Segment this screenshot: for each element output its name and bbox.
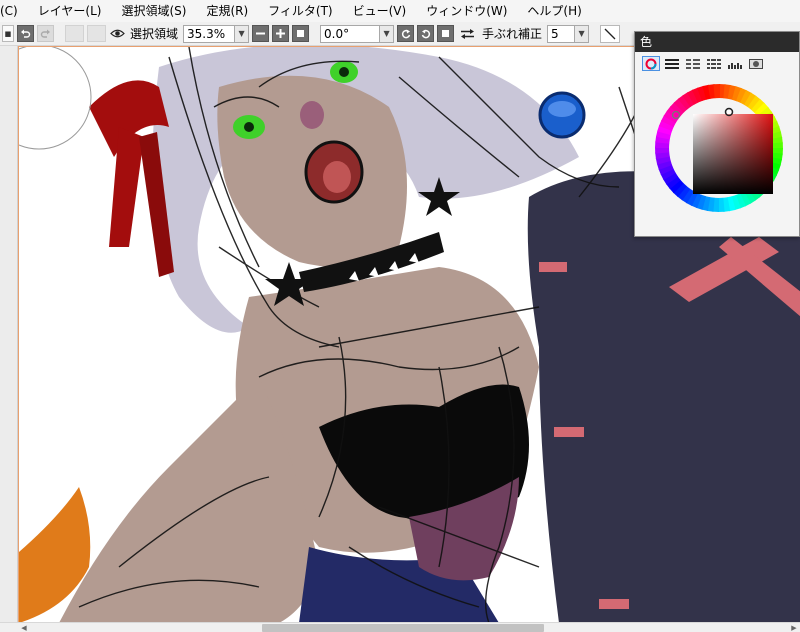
menu-item-ruler[interactable]: 定規(R) xyxy=(196,0,258,22)
menu-bar: (C) レイヤー(L) 選択領域(S) 定規(R) フィルタ(T) ビュー(V)… xyxy=(0,0,800,22)
rotate-right-icon xyxy=(421,29,430,38)
square-icon xyxy=(442,30,450,37)
zoom-reset-button[interactable] xyxy=(292,25,310,42)
menu-item-help[interactable]: ヘルプ(H) xyxy=(517,0,591,22)
rotation-field[interactable]: 0.0° xyxy=(320,24,381,43)
color-panel-title: 色 xyxy=(640,35,653,49)
undo-button[interactable] xyxy=(17,25,34,42)
zoom-in-button[interactable] xyxy=(272,25,290,42)
selection-visibility-label: 選択領域 xyxy=(130,27,179,41)
zoom-field[interactable]: 35.3% xyxy=(183,24,236,43)
straight-line-button[interactable] xyxy=(600,24,621,43)
redo-button[interactable] xyxy=(37,25,54,42)
invert-selection-button[interactable] xyxy=(87,25,106,42)
color-wheel-icon[interactable] xyxy=(642,56,660,71)
zoom-dropdown-icon[interactable]: ▼ xyxy=(235,24,250,43)
square-icon xyxy=(297,30,305,37)
rotation-reset-button[interactable] xyxy=(437,25,455,42)
hsv-sliders-icon[interactable] xyxy=(684,56,702,71)
undo-icon xyxy=(21,29,31,38)
flip-horizontal-button[interactable] xyxy=(457,25,477,42)
stabilizer-dropdown-icon[interactable]: ▼ xyxy=(575,24,590,43)
swatch-grid-icon[interactable] xyxy=(726,56,744,71)
menu-item-edit[interactable]: (C) xyxy=(0,0,28,22)
plus-icon xyxy=(276,29,286,38)
menu-item-view[interactable]: ビュー(V) xyxy=(343,0,417,22)
palette-list-icon[interactable] xyxy=(705,56,723,71)
menu-item-filter[interactable]: フィルタ(T) xyxy=(258,0,342,22)
rotate-left-button[interactable] xyxy=(397,25,415,42)
color-panel: 色 xyxy=(634,31,800,237)
rotation-dropdown-icon[interactable]: ▼ xyxy=(380,24,395,43)
hue-ring-picker[interactable] xyxy=(655,78,783,228)
color-panel-titlebar[interactable]: 色 xyxy=(635,32,799,52)
menu-item-layer[interactable]: レイヤー(L) xyxy=(28,0,112,22)
diagonal-line-icon xyxy=(604,28,616,39)
menu-item-selection[interactable]: 選択領域(S) xyxy=(111,0,196,22)
deselect-button[interactable] xyxy=(65,25,84,42)
menu-item-window[interactable]: ウィンドウ(W) xyxy=(416,0,517,22)
paint-tool-sai-window: (C) レイヤー(L) 選択領域(S) 定規(R) フィルタ(T) ビュー(V)… xyxy=(0,0,800,632)
scratchpad-icon[interactable] xyxy=(747,56,765,71)
zoom-out-button[interactable] xyxy=(252,25,270,42)
color-mode-tabs xyxy=(635,52,799,74)
horizontal-scrollbar[interactable]: ◀ ▶ xyxy=(0,622,800,632)
rgb-sliders-icon[interactable] xyxy=(663,56,681,71)
redo-icon xyxy=(40,29,50,38)
minus-icon xyxy=(256,32,266,35)
stabilizer-label: 手ぶれ補正 xyxy=(482,27,543,41)
canvas-left-margin xyxy=(0,46,18,622)
stabilizer-field[interactable]: 5 xyxy=(547,24,576,43)
scroll-right-icon[interactable]: ▶ xyxy=(788,623,800,632)
eye-icon[interactable] xyxy=(109,25,125,42)
rotate-right-button[interactable] xyxy=(417,25,435,42)
scrollbar-thumb[interactable] xyxy=(262,624,544,632)
rotate-left-icon xyxy=(401,29,410,38)
flip-arrows-icon xyxy=(460,28,474,39)
scroll-left-icon[interactable]: ◀ xyxy=(18,623,30,632)
collapse-icon[interactable]: ▪ xyxy=(2,25,14,42)
